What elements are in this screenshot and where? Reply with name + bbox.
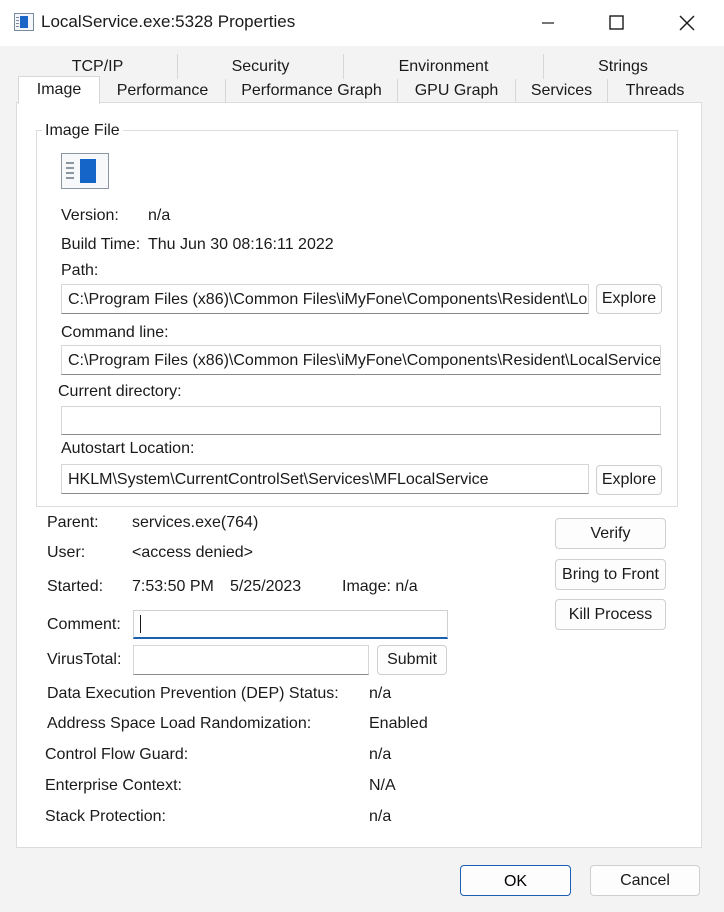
tab-image[interactable]: Image (18, 76, 100, 104)
version-label: Version: (61, 207, 119, 224)
image-file-group-label: Image File (42, 122, 123, 140)
minimize-icon[interactable] (537, 12, 559, 34)
text-caret (140, 615, 141, 633)
aslr-label: Address Space Load Randomization: (47, 715, 312, 732)
comment-label: Comment: (47, 616, 121, 633)
build-time-label: Build Time: (61, 236, 141, 253)
tab-performance[interactable]: Performance (100, 79, 226, 103)
path-label: Path: (61, 262, 99, 279)
started-date: 5/25/2023 (230, 578, 302, 595)
virustotal-label: VirusTotal: (47, 651, 122, 668)
comment-input[interactable] (133, 610, 448, 639)
tab-performance-graph[interactable]: Performance Graph (226, 79, 398, 103)
verify-button[interactable]: Verify (555, 518, 666, 549)
ok-button[interactable]: OK (460, 865, 571, 896)
cfg-value: n/a (369, 746, 392, 763)
version-value: n/a (148, 207, 171, 224)
cancel-button[interactable]: Cancel (590, 865, 700, 896)
tab-strings[interactable]: Strings (544, 54, 702, 79)
image-type-label: Image: n/a (342, 578, 418, 595)
close-icon[interactable] (676, 12, 698, 34)
started-time: 7:53:50 PM (132, 578, 214, 595)
parent-value: services.exe(764) (132, 514, 259, 531)
tab-gpu-graph[interactable]: GPU Graph (398, 79, 516, 103)
title-bar[interactable]: LocalService.exe:5328 Properties (0, 0, 724, 46)
cfg-label: Control Flow Guard: (45, 746, 189, 763)
window-app-icon (14, 13, 34, 31)
stack-protection-label: Stack Protection: (45, 808, 166, 825)
path-explore-button[interactable]: Explore (596, 284, 662, 314)
window-title: LocalService.exe:5328 Properties (41, 12, 296, 31)
virustotal-field[interactable] (133, 645, 369, 675)
image-file-icon (61, 153, 109, 189)
bring-to-front-button[interactable]: Bring to Front (555, 559, 666, 590)
command-line-label: Command line: (61, 324, 169, 341)
command-line-field[interactable]: C:\Program Files (x86)\Common Files\iMyF… (61, 345, 661, 375)
dep-status-label: Data Execution Prevention (DEP) Status: (47, 685, 339, 702)
kill-process-button[interactable]: Kill Process (555, 599, 666, 630)
autostart-explore-button[interactable]: Explore (596, 465, 662, 495)
build-time-value: Thu Jun 30 08:16:11 2022 (148, 236, 334, 253)
enterprise-context-label: Enterprise Context: (45, 777, 182, 794)
tab-environment[interactable]: Environment (344, 54, 544, 79)
enterprise-context-value: N/A (369, 777, 396, 794)
autostart-location-label: Autostart Location: (61, 440, 195, 457)
current-directory-field[interactable] (61, 406, 661, 435)
parent-label: Parent: (47, 514, 99, 531)
path-field[interactable]: C:\Program Files (x86)\Common Files\iMyF… (61, 284, 589, 314)
stack-protection-value: n/a (369, 808, 392, 825)
aslr-value: Enabled (369, 715, 428, 732)
current-directory-label: Current directory: (58, 383, 182, 400)
user-label: User: (47, 544, 86, 561)
tab-security[interactable]: Security (178, 54, 344, 79)
user-value: <access denied> (132, 544, 253, 561)
started-label: Started: (47, 578, 104, 595)
tab-services[interactable]: Services (516, 79, 608, 103)
tab-threads[interactable]: Threads (608, 79, 702, 103)
submit-button[interactable]: Submit (377, 645, 447, 675)
dep-status-value: n/a (369, 685, 392, 702)
autostart-location-field[interactable]: HKLM\System\CurrentControlSet\Services\M… (61, 464, 589, 494)
maximize-icon[interactable] (606, 12, 628, 34)
